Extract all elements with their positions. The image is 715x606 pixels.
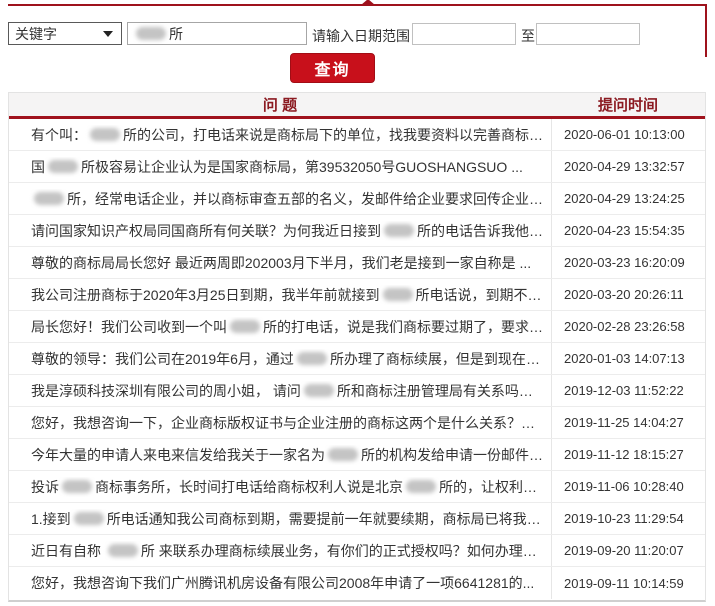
table-row: 我公司注册商标于2020年3月25日到期，我半年前就接到所电话说，到期不用的..… xyxy=(9,279,705,311)
question-cell[interactable]: 尊敬的商标局局长您好 最近两周即202003月下半月，我们老是接到一家自称是 .… xyxy=(9,253,551,273)
table-row: 您好，我想咨询下我们广州腾讯机房设备有限公司2008年申请了一项6641281的… xyxy=(9,567,705,599)
question-cell[interactable]: 投诉商标事务所，长时间打电话给商标权利人说是北京所的，让权利人对还未到续... xyxy=(9,477,551,497)
censored-blur xyxy=(90,127,120,141)
table-row: 局长您好！我们公司收到一个叫所的打电话，说是我们商标要过期了，要求我们寄资料..… xyxy=(9,311,705,343)
question-cell[interactable]: 国所极容易让企业认为是国家商标局，第39532050号GUOSHANGSUO .… xyxy=(9,157,551,177)
time-cell: 2019-09-11 10:14:59 xyxy=(551,567,705,599)
question-cell[interactable]: 我是淳硕科技深圳有限公司的周小姐， 请问 所和商标注册管理局有关系吗？ 最... xyxy=(9,381,551,401)
censored-blur xyxy=(382,287,413,301)
keyword-type-select[interactable]: 关键字 xyxy=(8,22,122,45)
censored-blur xyxy=(303,383,334,397)
date-from-input[interactable] xyxy=(412,23,516,45)
censored-blur xyxy=(406,479,436,493)
keyword-type-selected-label: 关键字 xyxy=(15,25,57,42)
table-row: 我是淳硕科技深圳有限公司的周小姐， 请问 所和商标注册管理局有关系吗？ 最... 2… xyxy=(9,375,705,407)
question-cell[interactable]: 您好，我想咨询一下，企业商标版权证书与企业注册的商标这两个是什么关系？现在我企业… xyxy=(9,413,551,433)
time-cell: 2019-11-06 10:28:40 xyxy=(551,471,705,502)
time-cell: 2020-04-29 13:32:57 xyxy=(551,151,705,182)
time-cell: 2020-03-20 20:26:11 xyxy=(551,279,705,310)
question-table: 问 题 提问时间 有个叫： 所的公司，打电话来说是商标局下的单位，找我要资料以完善… xyxy=(8,92,706,602)
chevron-down-icon xyxy=(103,30,113,37)
question-cell[interactable]: 局长您好！我们公司收到一个叫所的打电话，说是我们商标要过期了，要求我们寄资料..… xyxy=(9,317,551,337)
time-cell: 2019-11-25 14:04:27 xyxy=(551,407,705,438)
table-row: 您好，我想咨询一下，企业商标版权证书与企业注册的商标这两个是什么关系？现在我企业… xyxy=(9,407,705,439)
censored-blur xyxy=(107,543,138,557)
time-cell: 2020-02-28 23:26:58 xyxy=(551,311,705,342)
date-to-label: 至 xyxy=(521,28,535,44)
censored-blur xyxy=(384,223,414,237)
time-cell: 2020-04-23 15:54:35 xyxy=(551,215,705,246)
date-range-label: 请输入日期范围 xyxy=(312,28,410,44)
time-cell: 2019-11-12 18:15:27 xyxy=(551,439,705,470)
censored-blur xyxy=(48,159,78,173)
time-cell: 2019-09-20 11:20:07 xyxy=(551,535,705,566)
table-header-row: 问 题 提问时间 xyxy=(9,93,705,119)
date-to-input[interactable] xyxy=(536,23,640,45)
question-cell[interactable]: 有个叫：所的公司，打电话来说是商标局下的单位，找我要资料以完善商标注册。但我..… xyxy=(9,125,551,145)
censored-blur xyxy=(34,191,64,205)
question-cell[interactable]: 今年大量的申请人来电来信发给我关于一家名为所的机构发给申请一份邮件关于商标续..… xyxy=(9,445,551,465)
table-row: 投诉商标事务所，长时间打电话给商标权利人说是北京所的，让权利人对还未到续...2… xyxy=(9,471,705,503)
table-row: 所，经常电话企业，并以商标审查五部的名义，发邮件给企业要求回传企业执照盖章扫..… xyxy=(9,183,705,215)
time-cell: 2020-03-23 16:20:09 xyxy=(551,247,705,278)
censored-blur xyxy=(136,27,166,40)
table-row: 1.接到 所电话通知我公司商标到期，需要提前一年就要续期，商标局已将我公司名单..… xyxy=(9,503,705,535)
question-cell[interactable]: 请问国家知识产权局同国商所有何关联？为何我近日接到所的电话告诉我他们这边是知..… xyxy=(9,221,551,241)
question-cell[interactable]: 近日有自称 所 来联系办理商标续展业务，有你们的正式授权吗？如何办理商标续展..… xyxy=(9,541,551,561)
query-button[interactable]: 查询 xyxy=(290,53,375,83)
keyword-input-value: 所 xyxy=(169,25,183,42)
time-cell: 2020-06-01 10:13:00 xyxy=(551,119,705,150)
search-form: 关键字 所 请输入日期范围 至 查询 xyxy=(0,0,715,92)
time-cell: 2019-10-23 11:29:54 xyxy=(551,503,705,534)
table-row: 今年大量的申请人来电来信发给我关于一家名为所的机构发给申请一份邮件关于商标续..… xyxy=(9,439,705,471)
question-cell[interactable]: 1.接到 所电话通知我公司商标到期，需要提前一年就要续期，商标局已将我公司名单..… xyxy=(9,509,551,529)
question-cell[interactable]: 您好，我想咨询下我们广州腾讯机房设备有限公司2008年申请了一项6641281的… xyxy=(9,573,551,593)
censored-blur xyxy=(73,511,104,525)
question-column-header: 问 题 xyxy=(262,97,298,114)
table-row: 尊敬的商标局局长您好 最近两周即202003月下半月，我们老是接到一家自称是 .… xyxy=(9,247,705,279)
table-row: 请问国家知识产权局同国商所有何关联？为何我近日接到所的电话告诉我他们这边是知..… xyxy=(9,215,705,247)
time-cell: 2020-04-29 13:24:25 xyxy=(551,183,705,214)
censored-blur xyxy=(230,319,260,333)
censored-blur xyxy=(296,351,327,365)
table-row: 国所极容易让企业认为是国家商标局，第39532050号GUOSHANGSUO .… xyxy=(9,151,705,183)
question-cell[interactable]: 所，经常电话企业，并以商标审查五部的名义，发邮件给企业要求回传企业执照盖章扫..… xyxy=(9,189,551,209)
question-cell[interactable]: 尊敬的领导：我们公司在2019年6月，通过所办理了商标续展，但是到现在也没有..… xyxy=(9,349,551,369)
table-row: 有个叫：所的公司，打电话来说是商标局下的单位，找我要资料以完善商标注册。但我..… xyxy=(9,119,705,151)
question-cell[interactable]: 我公司注册商标于2020年3月25日到期，我半年前就接到所电话说，到期不用的..… xyxy=(9,285,551,305)
time-cell: 2019-12-03 11:52:22 xyxy=(551,375,705,406)
question-table-body: 有个叫：所的公司，打电话来说是商标局下的单位，找我要资料以完善商标注册。但我..… xyxy=(9,119,705,599)
table-row: 近日有自称 所 来联系办理商标续展业务，有你们的正式授权吗？如何办理商标续展..… xyxy=(9,535,705,567)
keyword-input[interactable]: 所 xyxy=(127,22,307,45)
time-column-header: 提问时间 xyxy=(597,97,658,114)
table-row: 尊敬的领导：我们公司在2019年6月，通过所办理了商标续展，但是到现在也没有..… xyxy=(9,343,705,375)
censored-blur xyxy=(62,479,92,493)
censored-blur xyxy=(328,447,358,461)
time-cell: 2020-01-03 14:07:13 xyxy=(551,343,705,374)
